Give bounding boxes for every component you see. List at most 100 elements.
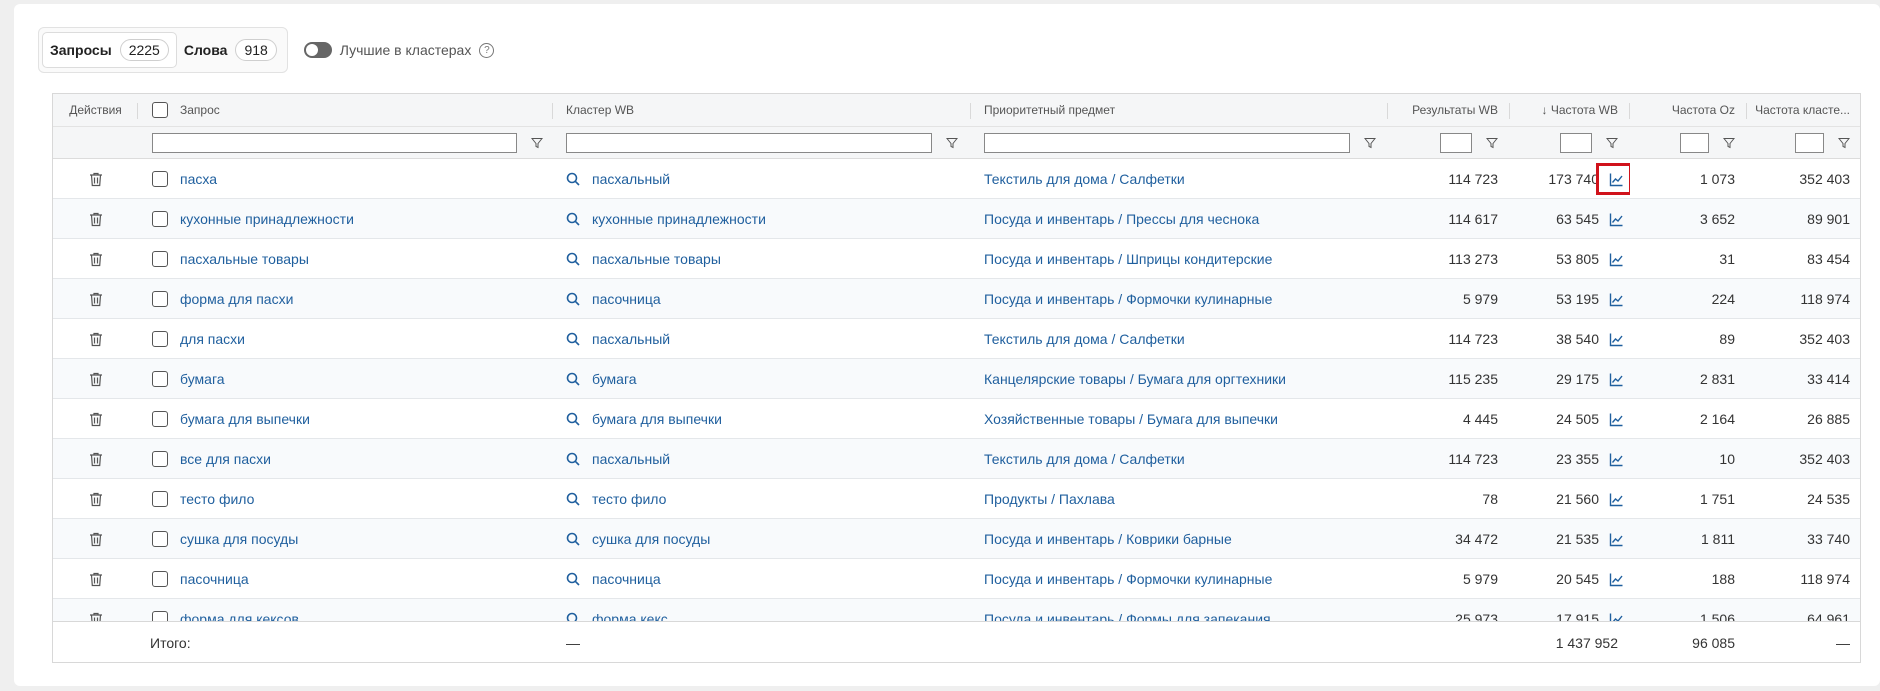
header-query[interactable]: Запрос [138, 94, 553, 126]
cluster-link[interactable]: бумага для выпечки [592, 411, 722, 427]
query-link[interactable]: кухонные принадлежности [180, 211, 354, 227]
header-subject[interactable]: Приоритетный предмет [971, 94, 1388, 126]
cluster-link[interactable]: кухонные принадлежности [592, 211, 766, 227]
cluster-link[interactable]: тесто фило [592, 491, 666, 507]
cluster-link[interactable]: пасхальные товары [592, 251, 721, 267]
query-link[interactable]: форма для пасхи [180, 291, 293, 307]
search-icon[interactable] [566, 492, 580, 506]
subject-link[interactable]: Посуда и инвентарь / Прессы для чеснока [984, 211, 1259, 227]
trash-icon[interactable] [89, 292, 103, 307]
line-chart-icon[interactable] [1609, 532, 1624, 547]
subject-link[interactable]: Текстиль для дома / Салфетки [984, 451, 1185, 467]
trash-icon[interactable] [89, 332, 103, 347]
row-checkbox[interactable] [152, 371, 168, 387]
subject-link[interactable]: Текстиль для дома / Салфетки [984, 331, 1185, 347]
line-chart-icon[interactable] [1609, 332, 1624, 347]
row-checkbox[interactable] [152, 531, 168, 547]
subject-link[interactable]: Посуда и инвентарь / Формы для запекания [984, 611, 1271, 621]
tab-queries[interactable]: Запросы 2225 [42, 32, 177, 68]
query-link[interactable]: бумага для выпечки [180, 411, 310, 427]
row-checkbox[interactable] [152, 251, 168, 267]
line-chart-icon[interactable] [1609, 492, 1624, 507]
header-frequency-oz[interactable]: Частота Oz [1630, 94, 1747, 126]
search-icon[interactable] [566, 412, 580, 426]
query-link[interactable]: пасха [180, 171, 217, 187]
cluster-link[interactable]: бумага [592, 371, 637, 387]
filter-icon[interactable] [1606, 137, 1618, 149]
trash-icon[interactable] [89, 452, 103, 467]
trash-icon[interactable] [89, 532, 103, 547]
search-icon[interactable] [566, 172, 580, 186]
line-chart-icon[interactable] [1609, 212, 1624, 227]
cluster-link[interactable]: форма кекс [592, 611, 668, 621]
frequency-wb-filter-input[interactable] [1560, 132, 1592, 153]
filter-icon[interactable] [946, 137, 958, 149]
query-link[interactable]: форма для кексов [180, 611, 299, 621]
header-cluster[interactable]: Кластер WB [553, 94, 971, 126]
search-icon[interactable] [566, 372, 580, 386]
subject-link[interactable]: Посуда и инвентарь / Формочки кулинарные [984, 291, 1272, 307]
select-all-checkbox[interactable] [152, 102, 168, 118]
trash-icon[interactable] [89, 172, 103, 187]
trash-icon[interactable] [89, 492, 103, 507]
tab-words[interactable]: Слова 918 [177, 32, 284, 68]
trash-icon[interactable] [89, 572, 103, 587]
query-link[interactable]: бумага [180, 371, 225, 387]
query-link[interactable]: тесто фило [180, 491, 254, 507]
filter-icon[interactable] [1486, 137, 1498, 149]
subject-link[interactable]: Посуда и инвентарь / Шприцы кондитерские [984, 251, 1272, 267]
row-checkbox[interactable] [152, 611, 168, 621]
cluster-link[interactable]: пасхальный [592, 331, 670, 347]
header-cluster-frequency[interactable]: Частота класте... [1747, 94, 1860, 126]
cluster-frequency-filter-input[interactable] [1795, 132, 1824, 153]
cluster-link[interactable]: пасочница [592, 291, 661, 307]
filter-icon[interactable] [1838, 137, 1850, 149]
toggle-switch[interactable] [303, 42, 332, 58]
line-chart-icon[interactable] [1609, 452, 1624, 467]
query-link[interactable]: для пасхи [180, 331, 245, 347]
trash-icon[interactable] [89, 372, 103, 387]
row-checkbox[interactable] [152, 211, 168, 227]
filter-icon[interactable] [1364, 137, 1376, 149]
cluster-filter-input[interactable] [566, 132, 932, 153]
search-icon[interactable] [566, 212, 580, 226]
help-icon[interactable]: ? [479, 42, 495, 58]
results-filter-input[interactable] [1440, 132, 1472, 153]
search-icon[interactable] [566, 332, 580, 346]
frequency-oz-filter-input[interactable] [1680, 132, 1709, 153]
subject-link[interactable]: Продукты / Пахлава [984, 491, 1115, 507]
filter-icon[interactable] [531, 137, 543, 149]
cluster-link[interactable]: пасочница [592, 571, 661, 587]
trash-icon[interactable] [89, 412, 103, 427]
header-frequency-wb[interactable]: ↓ Частота WB [1510, 94, 1630, 126]
search-icon[interactable] [566, 252, 580, 266]
subject-link[interactable]: Посуда и инвентарь / Формочки кулинарные [984, 571, 1272, 587]
subject-link[interactable]: Канцелярские товары / Бумага для оргтехн… [984, 371, 1286, 387]
row-checkbox[interactable] [152, 411, 168, 427]
search-icon[interactable] [566, 532, 580, 546]
search-icon[interactable] [566, 612, 580, 621]
filter-icon[interactable] [1723, 137, 1735, 149]
row-checkbox[interactable] [152, 571, 168, 587]
query-link[interactable]: пасхальные товары [180, 251, 309, 267]
line-chart-icon[interactable] [1609, 572, 1624, 587]
search-icon[interactable] [566, 292, 580, 306]
row-checkbox[interactable] [152, 291, 168, 307]
search-icon[interactable] [566, 572, 580, 586]
row-checkbox[interactable] [152, 331, 168, 347]
cluster-link[interactable]: пасхальный [592, 171, 670, 187]
header-results[interactable]: Результаты WB [1388, 94, 1510, 126]
subject-filter-input[interactable] [984, 132, 1350, 153]
trash-icon[interactable] [89, 212, 103, 227]
subject-link[interactable]: Хозяйственные товары / Бумага для выпечк… [984, 411, 1278, 427]
line-chart-icon[interactable] [1609, 372, 1624, 387]
subject-link[interactable]: Посуда и инвентарь / Коврики барные [984, 531, 1232, 547]
trash-icon[interactable] [89, 252, 103, 267]
trash-icon[interactable] [89, 612, 103, 622]
cluster-link[interactable]: сушка для посуды [592, 531, 710, 547]
row-checkbox[interactable] [152, 451, 168, 467]
line-chart-icon[interactable] [1609, 412, 1624, 427]
line-chart-icon[interactable] [1609, 252, 1624, 267]
query-link[interactable]: сушка для посуды [180, 531, 298, 547]
query-link[interactable]: пасочница [180, 571, 249, 587]
